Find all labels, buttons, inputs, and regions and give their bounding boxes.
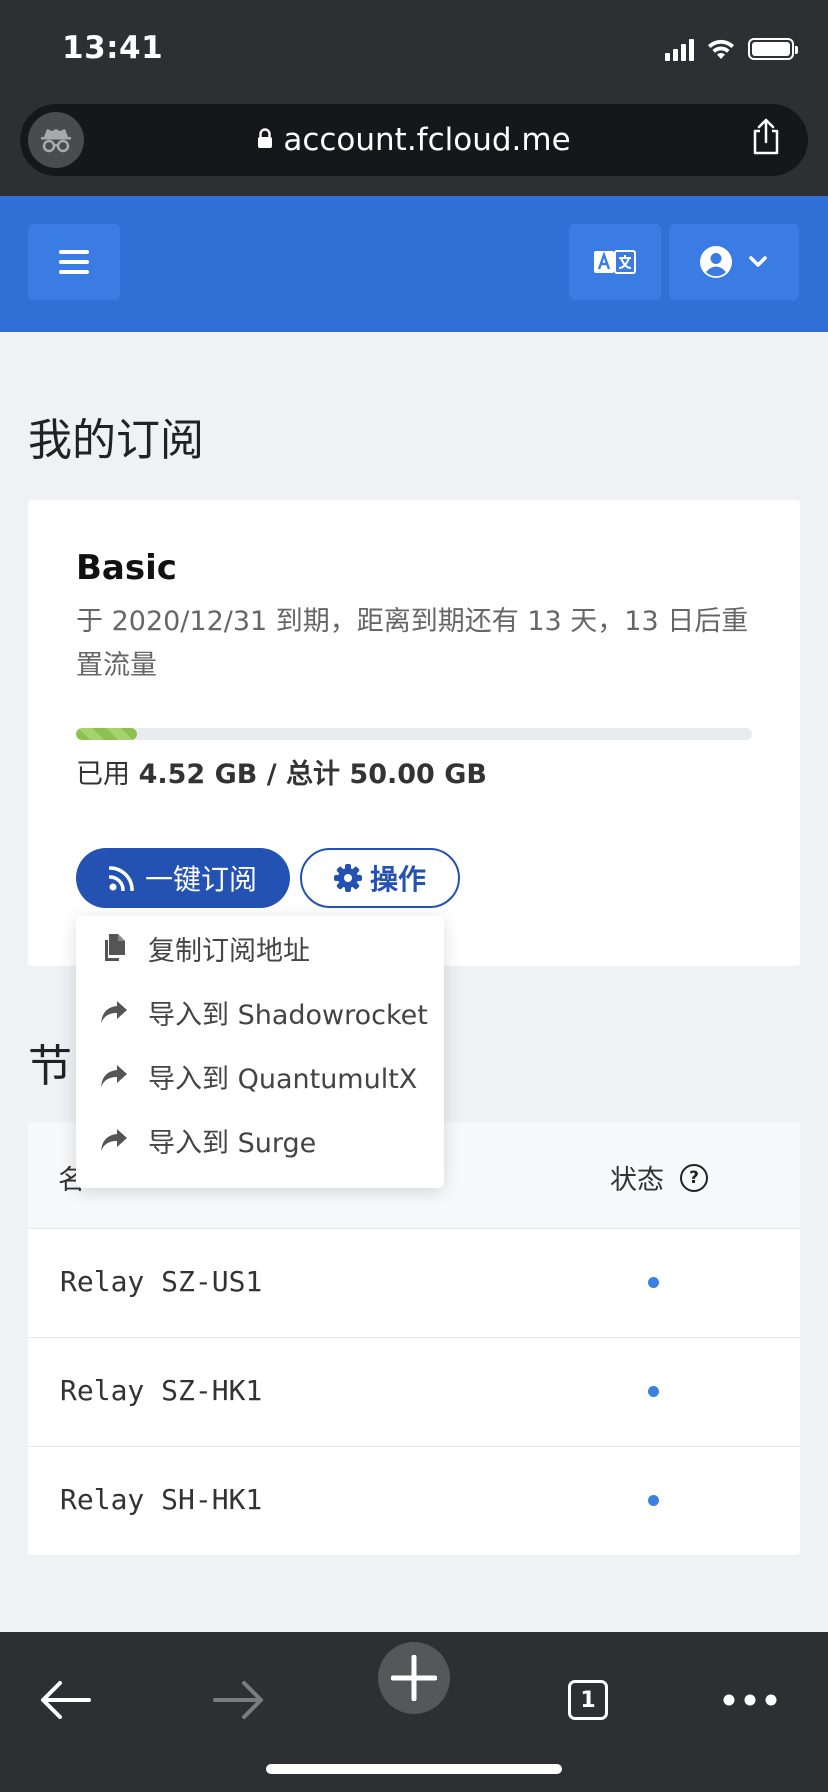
subscription-card: Basic 于 2020/12/31 到期，距离到期还有 13 天，13 日后重… (28, 500, 800, 966)
user-menu-button[interactable] (669, 224, 799, 300)
plan-description: 于 2020/12/31 到期，距离到期还有 13 天，13 日后重置流量 (76, 606, 749, 681)
share-arrow-icon (101, 1065, 127, 1087)
status-dot (648, 1495, 659, 1506)
clock: 13:41 (62, 30, 164, 66)
address-bar[interactable]: account.fcloud.me (20, 104, 808, 176)
usage-progress-fill (76, 728, 138, 740)
table-row: Relay SZ-US1 (28, 1229, 800, 1338)
back-button[interactable] (30, 1660, 100, 1740)
home-indicator (266, 1764, 562, 1774)
cellular-signal-icon (665, 37, 694, 61)
tab-count-icon: 1 (568, 1680, 608, 1720)
status-icons (665, 34, 798, 64)
usage-progress-bar (76, 728, 752, 740)
share-arrow-icon (101, 1129, 127, 1151)
chevron-down-icon (749, 256, 767, 267)
browser-address-area: account.fcloud.me (0, 96, 828, 196)
usage-separator: / 总计 (257, 759, 350, 790)
wifi-icon (708, 39, 734, 59)
one-click-subscribe-button[interactable]: 一键订阅 (76, 848, 290, 908)
table-row: Relay SZ-HK1 (28, 1338, 800, 1447)
user-avatar-icon (700, 246, 732, 278)
tabs-button[interactable]: 1 (564, 1660, 612, 1740)
plus-icon (391, 1655, 437, 1701)
menu-item-label: 导入到 Surge (148, 1127, 317, 1159)
node-name: Relay SZ-US1 (60, 1265, 263, 1298)
url-label: account.fcloud.me (283, 122, 571, 158)
rss-icon (108, 866, 134, 891)
menu-item-label: 复制订阅地址 (148, 935, 310, 967)
column-header-status: 状态 ? (610, 1158, 708, 1197)
nodes-section-title: 节 (28, 1041, 72, 1092)
status-bar: 13:41 (0, 0, 828, 96)
lock-icon (258, 128, 273, 148)
node-name: Relay SZ-HK1 (60, 1374, 263, 1407)
usage-prefix: 已用 (76, 759, 139, 790)
new-tab-button[interactable] (378, 1642, 450, 1714)
usage-used: 4.52 GB (138, 759, 258, 790)
status-dot (648, 1277, 659, 1288)
url-text[interactable]: account.fcloud.me (20, 122, 808, 158)
operations-dropdown-menu: 复制订阅地址 导入到 Shadowrocket 导入到 QuantumultX … (76, 916, 444, 1188)
gear-icon (333, 864, 362, 892)
help-circle-icon[interactable]: ? (680, 1163, 708, 1192)
table-row: Relay SH-HK1 (28, 1447, 800, 1555)
battery-icon (748, 38, 798, 60)
plan-name: Basic (76, 548, 177, 588)
usage-text: 已用 4.52 GB / 总计 50.00 GB (76, 752, 487, 791)
arrow-left-icon (41, 1681, 91, 1719)
forward-button[interactable] (204, 1660, 274, 1740)
page-title: 我的订阅 (28, 415, 204, 466)
menu-button[interactable] (28, 224, 120, 300)
status-header-label: 状态 (610, 1165, 664, 1196)
usage-total: 50.00 GB (349, 759, 487, 790)
arrow-right-icon (213, 1681, 263, 1719)
operations-label: 操作 (369, 863, 426, 896)
language-button[interactable] (569, 224, 661, 300)
menu-item-copy-subscription[interactable]: 复制订阅地址 (76, 916, 444, 980)
tab-count: 1 (580, 1687, 596, 1713)
subscribe-label: 一键订阅 (144, 863, 257, 896)
more-dots-icon (723, 1694, 777, 1706)
app-navbar (0, 196, 828, 332)
share-arrow-icon (101, 1001, 127, 1023)
menu-item-import-quantumultx[interactable]: 导入到 QuantumultX (76, 1044, 444, 1108)
status-dot (648, 1386, 659, 1397)
node-name: Relay SH-HK1 (60, 1483, 263, 1516)
more-button[interactable] (722, 1660, 778, 1740)
menu-item-label: 导入到 QuantumultX (148, 1063, 418, 1095)
operations-button[interactable]: 操作 (300, 848, 460, 908)
hamburger-icon (59, 250, 89, 274)
copy-icon (105, 934, 125, 961)
menu-item-import-shadowrocket[interactable]: 导入到 Shadowrocket (76, 980, 444, 1044)
translate-icon (594, 250, 636, 274)
share-icon[interactable] (750, 118, 782, 156)
menu-item-label: 导入到 Shadowrocket (148, 999, 428, 1031)
menu-item-import-surge[interactable]: 导入到 Surge (76, 1108, 444, 1172)
